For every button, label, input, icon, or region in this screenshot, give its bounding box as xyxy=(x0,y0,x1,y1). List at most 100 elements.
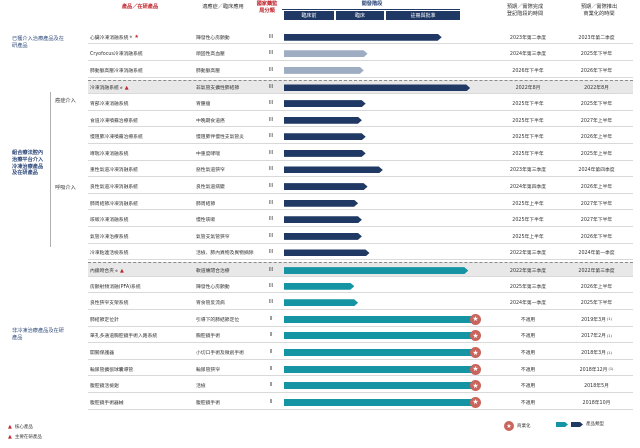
product-name: 咳嗽冷凍消融系統 xyxy=(90,213,190,227)
indication: 慢性咳嗽 xyxy=(196,213,261,227)
subgroup-divider xyxy=(50,92,51,247)
expected-registration-time: 2025年下半年 xyxy=(499,113,557,127)
expected-registration-time: 2025年上半年 xyxy=(499,196,557,210)
expected-registration-time: 2024年第四季度 xyxy=(499,179,557,193)
indication: 活檢、肺內異物及異物摘除 xyxy=(196,246,261,260)
progress-bar xyxy=(284,150,366,157)
product-name-text: 良性狹窄支架系統 xyxy=(90,301,129,307)
legend-commercialized: ★ 商業化 xyxy=(504,421,531,431)
legend-main-marker: ▲ xyxy=(8,434,12,440)
expected-registration-time: 2024年第一季度 xyxy=(499,296,557,310)
header-product: 產品／在研產品 xyxy=(121,4,159,10)
product-name-text: 哮喘冷凍消融系統 xyxy=(90,151,129,157)
header-progress: 開發階段 xyxy=(361,1,383,7)
product-name-text: 慢阻肺冷凍噴霧治療系統 xyxy=(90,135,143,141)
expected-commercial-time-text: 2027年上半年 xyxy=(580,118,613,124)
legend-commercialized-label: 商業化 xyxy=(517,424,531,429)
product-name: 肺周結節冷凍消融系統 xyxy=(90,196,190,210)
indication: 引導下的肺結節定位 xyxy=(196,312,261,326)
indication: 肺周結節 xyxy=(196,196,261,210)
phase-registration: 註冊與批准 xyxy=(386,11,460,20)
product-name-text: 咳嗽冷凍消融系統 xyxy=(90,218,129,224)
progress-bar xyxy=(284,283,354,290)
expected-commercial-time: 2027年下半年 xyxy=(562,213,631,227)
product-name: 重性氣道冷凍消融系統 xyxy=(90,163,190,177)
product-name-text: 冷凍粘連活檢系統 xyxy=(90,251,129,257)
legend-core-label: 核心產品 xyxy=(14,425,33,430)
expected-commercial-time-text: 2022年第三季度 xyxy=(578,269,615,275)
core-product-triangle-icon: ▲ xyxy=(124,84,129,91)
expected-commercial-time: 2026年上半年 xyxy=(562,130,631,144)
expected-commercial-time-text: 2017年2月 xyxy=(581,334,606,340)
table-row: 單孔多通道胸腔鏡手術入路系統 胸腔鏡手術 II ★ 不適用 2017年2月 (1) xyxy=(88,329,633,344)
legend-product-type: 產品類型 xyxy=(556,421,604,427)
product-name-text: 肺周結節冷凍消融系統 xyxy=(90,201,138,207)
expected-registration-time: 2023年第二季度 xyxy=(499,30,557,44)
product-name-text: 肺結節定位針 xyxy=(90,317,119,323)
indication: 陣發性心房顫動 xyxy=(196,30,261,44)
indication-text: 頑固性高血壓 xyxy=(196,52,225,58)
indication: 胃腫瘤 xyxy=(196,96,261,110)
progress-bar xyxy=(284,67,364,74)
nmpa-class-text: II xyxy=(269,350,273,356)
indication-text: 中重度哮喘 xyxy=(196,151,220,157)
legend-main-label: 主要在研產品 xyxy=(14,435,42,440)
nmpa-class-text: III xyxy=(268,250,274,256)
commercialized-star-icon: ★ xyxy=(470,313,481,325)
product-name: 胃部冷凍消融系統 xyxy=(90,96,190,110)
table-row: 腹腔鏡手術器械 腹腔鏡手術 II ★ 不適用 2018年10月 xyxy=(88,395,633,410)
nmpa-class: III xyxy=(264,96,278,110)
progress-bar xyxy=(284,398,474,406)
expected-registration-time: 2025年第三季度 xyxy=(499,279,557,293)
progress-bar xyxy=(284,267,468,274)
table-row: Cryofocus冷凍消融系統 頑固性高血壓 III 2024年第三季度 2025年下半… xyxy=(88,47,633,61)
nmpa-class-text: III xyxy=(268,283,274,289)
indication: 頑固性高血壓 xyxy=(196,47,261,61)
progress-bar xyxy=(284,233,362,240)
indication-text: 惡性氣道狹窄 xyxy=(196,168,225,174)
expected-registration-time: 不適用 xyxy=(499,395,557,409)
product-name: 房顫射頻消融(PFA)系統 xyxy=(90,279,190,293)
commercialized-star-icon: ★ xyxy=(470,347,481,359)
nmpa-class: III xyxy=(264,179,278,193)
expected-commercial-time-text: 2025年上半年 xyxy=(580,151,613,157)
nmpa-class-text: II xyxy=(269,333,273,339)
group-label-noncryo: 非冷凍治療產品及在研產品 xyxy=(12,328,64,341)
nmpa-class: III xyxy=(264,263,278,277)
progress-bar xyxy=(284,166,383,173)
progress-bar xyxy=(284,50,368,57)
legend-teal-arrow-icon xyxy=(556,421,568,427)
expected-registration-time-text: 2025年上半年 xyxy=(512,201,544,207)
table-row: 咳嗽冷凍消融系統 慢性咳嗽 III 2025年下半年 2027年下半年 xyxy=(88,213,633,227)
table-row: 腹腔鏡活檢鉗 活檢 II ★ 不適用 2018年5月 xyxy=(88,379,633,393)
expected-commercial-time: 2026年上半年 xyxy=(562,179,631,193)
expected-commercial-time-text: 2023年第二季度 xyxy=(578,35,615,41)
commercialized-star-icon: ★ xyxy=(470,330,481,342)
table-row: 冷凍消融系統 ※ ▲ 非氣管支擴性肺結節 III 2022年8月 2022年8月 xyxy=(88,79,633,95)
table-row: 輸尿管擴張球囊導管 輸尿管狹窄 II ★ 不適用 2018年12月 (1) xyxy=(88,362,633,377)
nmpa-class: III xyxy=(264,63,278,77)
product-name: 腹腔鏡手術器械 xyxy=(90,395,190,409)
expected-commercial-time-text: 2026年上半年 xyxy=(580,185,613,191)
expected-commercial-time: 2022年第三季度 xyxy=(562,263,631,277)
product-name: 輸尿管擴張球囊導管 xyxy=(90,362,190,376)
expected-registration-time-text: 2025年下半年 xyxy=(512,135,544,141)
progress-bar xyxy=(284,349,474,357)
expected-registration-time: 不適用 xyxy=(499,329,557,343)
expected-commercial-time-text: 2027年下半年 xyxy=(580,201,613,207)
expected-registration-time: 不適用 xyxy=(499,312,557,326)
subgroup-label-respiratory: 呼吸介入 xyxy=(55,185,76,191)
table-row: 食道冷凍噴霧治療系統 中晚期食道癌 III 2025年下半年 2027年上半年 xyxy=(88,113,633,128)
nmpa-class: II xyxy=(264,329,278,343)
table-row: 冷凍粘連活檢系統 活檢、肺內異物及異物摘除 III 2022年第三季度 2024年第一季… xyxy=(88,246,633,261)
product-name: 良性狹窄支架系統 xyxy=(90,296,190,310)
expected-commercial-time: 2018年3月 (1) xyxy=(562,345,631,359)
commercialized-star-icon: ★ xyxy=(470,363,481,375)
nmpa-class-text: III xyxy=(268,233,274,239)
nmpa-class: III xyxy=(264,163,278,177)
expected-commercial-time: 2027年上半年 xyxy=(562,113,631,127)
expected-commercial-time-text: 2026年上半年 xyxy=(580,284,613,290)
expected-registration-time-text: 2023年第二季度 xyxy=(509,35,547,41)
product-footnote-mark: ※ xyxy=(119,85,123,90)
product-name-text: 輸尿管擴張球囊導管 xyxy=(90,367,134,373)
